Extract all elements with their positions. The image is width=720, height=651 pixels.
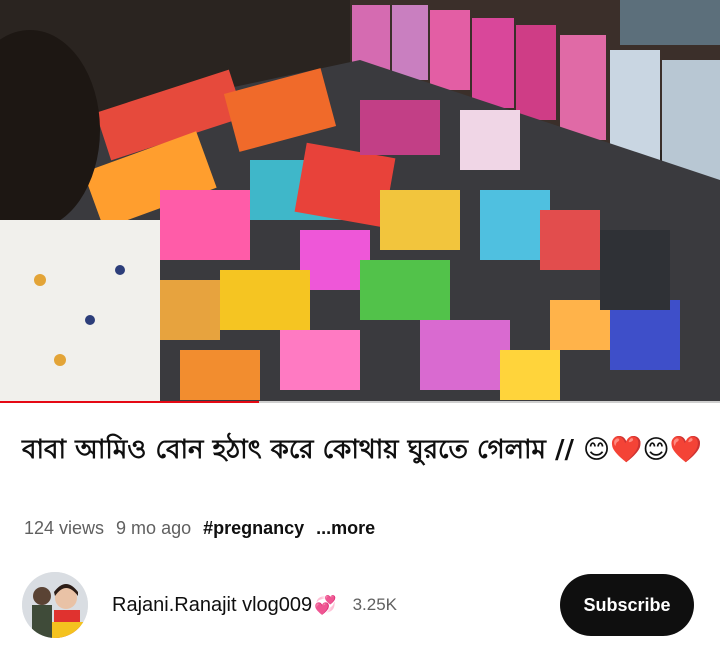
- avatar-image: [22, 572, 88, 638]
- subscribe-button[interactable]: Subscribe: [560, 574, 694, 636]
- subscriber-count: 3.25K: [352, 595, 397, 614]
- channel-row: Rajani.Ranajit vlog009 💞 3.25K Subscribe: [22, 572, 698, 638]
- video-thumbnail-scene: [0, 0, 720, 403]
- two-hearts-icon: 💞: [314, 594, 337, 615]
- progress-bar-fill: [0, 401, 260, 403]
- hashtag-link[interactable]: #pregnancy: [203, 518, 304, 539]
- avatar[interactable]: [22, 572, 88, 638]
- video-player[interactable]: [0, 0, 720, 403]
- more-link[interactable]: ...more: [316, 518, 375, 539]
- channel-name[interactable]: Rajani.Ranajit vlog009 💞: [112, 594, 337, 617]
- video-meta[interactable]: 124 views 9 mo ago #pregnancy ...more: [24, 516, 375, 540]
- video-title[interactable]: বাবা আমিও বোন হঠাৎ করে কোথায় ঘুরতে গেলা…: [22, 432, 702, 468]
- progress-bar[interactable]: [0, 401, 720, 403]
- upload-age: 9 mo ago: [116, 517, 192, 538]
- view-count: 124 views: [24, 517, 105, 538]
